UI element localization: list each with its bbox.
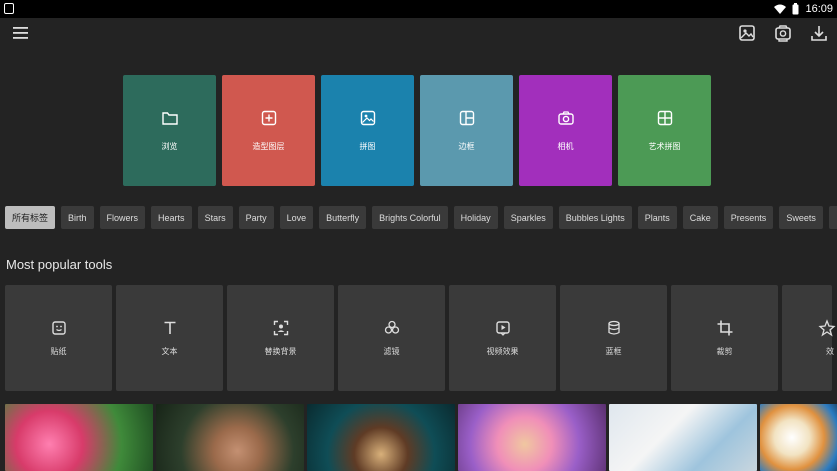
tool-crop[interactable]: 裁剪 (671, 285, 778, 391)
category-chip[interactable]: Flowers (99, 206, 146, 229)
category-chip-all[interactable]: 所有标签 (5, 206, 56, 229)
category-chip[interactable] (828, 206, 837, 229)
category-chip[interactable]: Presents (723, 206, 774, 229)
tool-label: 贴纸 (50, 347, 67, 356)
photo-thumbnail[interactable] (156, 404, 304, 471)
feature-card-collage[interactable]: 拼图 (321, 75, 414, 186)
wifi-icon (774, 4, 787, 14)
image-icon (360, 110, 375, 126)
section-title-popular-tools: Most popular tools (6, 257, 113, 272)
folder-icon (161, 112, 178, 125)
layers-icon (607, 320, 620, 335)
photo-thumbnail[interactable] (307, 404, 455, 471)
feature-card-label: 拼图 (359, 142, 376, 151)
tool-label: 文本 (161, 347, 178, 356)
app-bar (0, 18, 837, 48)
feature-card-label: 边框 (458, 142, 475, 151)
star-icon (818, 319, 836, 337)
download-icon[interactable] (809, 23, 829, 43)
category-chip[interactable]: Plants (637, 206, 677, 229)
text-icon (164, 321, 175, 334)
sticker-icon (51, 321, 66, 335)
category-chip[interactable]: Birth (61, 206, 94, 229)
tool-text[interactable]: 文本 (116, 285, 223, 391)
gallery-icon[interactable] (737, 23, 757, 43)
feature-card-art-collage[interactable]: 艺术拼图 (618, 75, 711, 186)
photo-thumbnail[interactable] (5, 404, 153, 471)
photo-thumbnail[interactable] (760, 404, 837, 471)
tool-filter[interactable]: 滤镜 (338, 285, 445, 391)
tool-effects[interactable]: 效 (782, 285, 836, 391)
app-bar-actions (737, 23, 829, 43)
crop-icon (717, 320, 732, 336)
saved-icon[interactable] (773, 23, 793, 43)
photo-thumbnail[interactable] (458, 404, 606, 471)
tool-label: 滤镜 (383, 347, 400, 356)
battery-icon (792, 3, 799, 15)
feature-card-layers[interactable]: 造型图层 (222, 75, 315, 186)
tool-label: 效 (826, 347, 834, 356)
category-chip[interactable]: Love (279, 206, 314, 229)
feature-card-frame[interactable]: 边框 (420, 75, 513, 186)
category-chips: 所有标签 Birth Flowers Hearts Stars Party Lo… (5, 206, 837, 229)
replace-background-icon (273, 320, 288, 336)
category-chip[interactable]: Holiday (453, 206, 498, 229)
feature-card-browse[interactable]: 浏览 (123, 75, 216, 186)
tool-label: 替换背景 (264, 347, 297, 356)
category-chip[interactable]: Stars (197, 206, 233, 229)
popular-tools: 贴纸 文本 替换背景 滤镜 视频效果 蓝框 裁剪 效 (5, 285, 836, 391)
status-time: 16:09 (805, 3, 833, 15)
filter-icon (384, 320, 399, 334)
category-chip[interactable]: Hearts (151, 206, 192, 229)
tool-replace-background[interactable]: 替换背景 (227, 285, 334, 391)
camera-icon (557, 111, 574, 125)
photo-thumbnail[interactable] (609, 404, 757, 471)
category-chip[interactable]: Party (238, 206, 274, 229)
feature-card-label: 造型图层 (252, 142, 285, 151)
tool-label: 视频效果 (486, 347, 519, 356)
frame-icon (459, 110, 474, 126)
category-chip[interactable]: Sweets (779, 206, 823, 229)
category-chip[interactable]: Cake (682, 206, 718, 229)
tool-layers[interactable]: 蓝框 (560, 285, 667, 391)
add-layer-icon (261, 110, 276, 126)
category-chip[interactable]: Sparkles (503, 206, 553, 229)
tool-sticker[interactable]: 贴纸 (5, 285, 112, 391)
status-bar: 16:09 (0, 0, 837, 18)
video-effect-icon (495, 321, 510, 336)
tool-label: 裁剪 (716, 347, 733, 356)
hamburger-menu-icon[interactable] (12, 24, 30, 42)
feature-cards: 浏览 造型图层 拼图 边框 相机 艺术拼图 (123, 75, 711, 186)
category-chip[interactable]: Bubbles Lights (558, 206, 632, 229)
notification-icon (4, 3, 14, 14)
category-chip[interactable]: Butterfly (319, 206, 367, 229)
photo-strip (5, 404, 837, 471)
feature-card-label: 艺术拼图 (648, 142, 681, 151)
feature-card-label: 浏览 (161, 142, 178, 151)
status-icons: 16:09 (774, 0, 833, 18)
tool-label: 蓝框 (605, 347, 622, 356)
feature-card-camera[interactable]: 相机 (519, 75, 612, 186)
category-chip[interactable]: Brights Colorful (372, 206, 448, 229)
tool-video-effect[interactable]: 视频效果 (449, 285, 556, 391)
feature-card-label: 相机 (557, 142, 574, 151)
grid-icon (657, 110, 672, 126)
